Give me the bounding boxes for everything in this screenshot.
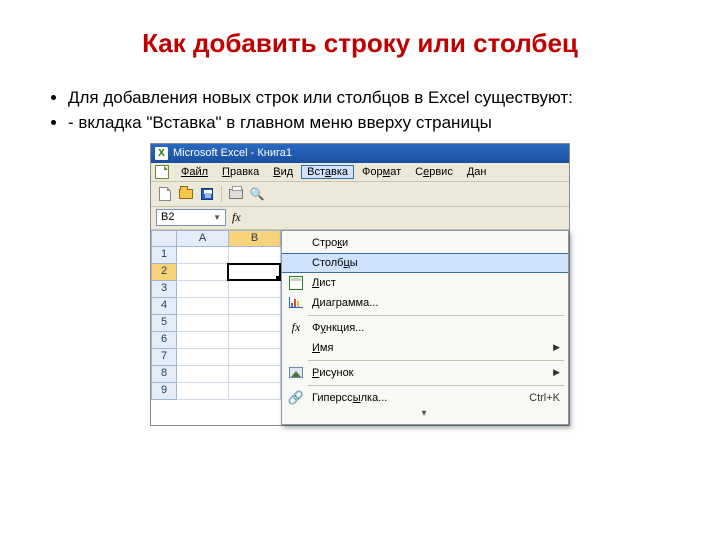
open-button[interactable]	[177, 185, 195, 203]
menu-data[interactable]: Дан	[461, 165, 493, 179]
menu-bar: Файл Правка Вид Вставка Формат Сервис Да…	[151, 163, 569, 182]
cell[interactable]	[177, 383, 229, 400]
select-all-corner[interactable]	[151, 230, 177, 247]
row-header[interactable]: 2	[151, 264, 177, 281]
excel-screenshot: X Microsoft Excel - Книга1 Файл Правка В…	[150, 143, 570, 426]
save-button[interactable]	[198, 185, 216, 203]
menu-expand[interactable]: ▾	[282, 408, 568, 422]
menu-item-name[interactable]: Имя ▶	[282, 338, 568, 358]
cell[interactable]	[229, 366, 281, 383]
menu-item-picture[interactable]: Рисунок ▶	[282, 363, 568, 383]
new-file-icon	[159, 187, 171, 201]
picture-icon	[289, 367, 303, 378]
row-header[interactable]: 9	[151, 383, 177, 400]
menu-separator	[308, 315, 564, 316]
cell[interactable]	[177, 332, 229, 349]
cell[interactable]	[177, 315, 229, 332]
cell[interactable]	[177, 366, 229, 383]
cell[interactable]	[229, 247, 281, 264]
fx-label[interactable]: fx	[232, 210, 241, 225]
active-cell[interactable]	[227, 263, 281, 281]
worksheet-grid[interactable]: A B 1 2 3 4 5 6 7 8 9	[151, 230, 281, 425]
bullet-list: Для добавления новых строк или столбцов …	[48, 87, 672, 135]
row-header[interactable]: 8	[151, 366, 177, 383]
shortcut-label: Ctrl+K	[529, 392, 560, 404]
new-button[interactable]	[156, 185, 174, 203]
fx-icon: fx	[292, 320, 301, 335]
row-header[interactable]: 5	[151, 315, 177, 332]
open-folder-icon	[179, 189, 193, 199]
menu-item-hyperlink[interactable]: 🔗 Гиперссылка... Ctrl+K	[282, 388, 568, 408]
menu-item-rows[interactable]: Строки	[282, 233, 568, 253]
menu-edit[interactable]: Правка	[216, 165, 265, 179]
bullet-item: Для добавления новых строк или столбцов …	[68, 87, 672, 110]
row-header[interactable]: 7	[151, 349, 177, 366]
window-title: Microsoft Excel - Книга1	[173, 147, 292, 159]
menu-separator	[308, 360, 564, 361]
toolbar-separator	[221, 186, 222, 202]
menu-file[interactable]: Файл	[175, 165, 214, 179]
slide-title: Как добавить строку или столбец	[48, 28, 672, 59]
menu-insert[interactable]: Вставка	[301, 165, 354, 179]
insert-menu-dropdown: Строки Столбцы Лист Диаграмма... fx	[281, 230, 569, 425]
standard-toolbar: 🔍	[151, 182, 569, 207]
formula-bar: B2 ▼ fx	[151, 207, 569, 230]
save-disk-icon	[201, 188, 213, 200]
window-titlebar: X Microsoft Excel - Книга1	[151, 144, 569, 163]
row-header[interactable]: 4	[151, 298, 177, 315]
menu-separator	[308, 385, 564, 386]
column-header-a[interactable]: A	[177, 230, 229, 247]
cell[interactable]	[229, 298, 281, 315]
magnifier-icon: 🔍	[250, 187, 265, 201]
column-header-b[interactable]: B	[229, 230, 281, 247]
document-icon	[155, 165, 169, 179]
menu-view[interactable]: Вид	[267, 165, 299, 179]
cell[interactable]	[177, 247, 229, 264]
menu-item-function[interactable]: fx Функция...	[282, 318, 568, 338]
cell[interactable]	[177, 281, 229, 298]
printer-icon	[229, 189, 243, 199]
print-preview-button[interactable]: 🔍	[248, 185, 266, 203]
excel-app-icon: X	[155, 147, 168, 160]
row-header[interactable]: 1	[151, 247, 177, 264]
chart-icon	[289, 297, 303, 308]
cell[interactable]	[229, 281, 281, 298]
name-box[interactable]: B2 ▼	[156, 209, 226, 226]
row-header[interactable]: 3	[151, 281, 177, 298]
submenu-arrow-icon: ▶	[553, 342, 560, 353]
cell[interactable]	[177, 349, 229, 366]
submenu-arrow-icon: ▶	[553, 367, 560, 378]
worksheet-icon	[289, 276, 303, 290]
menu-tools[interactable]: Сервис	[409, 165, 459, 179]
print-button[interactable]	[227, 185, 245, 203]
menu-item-columns[interactable]: Столбцы	[282, 253, 568, 273]
cell[interactable]	[229, 383, 281, 400]
menu-format[interactable]: Формат	[356, 165, 407, 179]
cell[interactable]	[177, 298, 229, 315]
dropdown-icon: ▼	[213, 213, 221, 222]
cell[interactable]	[177, 264, 228, 281]
cell[interactable]	[229, 315, 281, 332]
cell[interactable]	[229, 349, 281, 366]
row-header[interactable]: 6	[151, 332, 177, 349]
menu-item-chart[interactable]: Диаграмма...	[282, 293, 568, 313]
bullet-item: - вкладка "Вставка" в главном меню вверх…	[68, 112, 672, 135]
cell[interactable]	[229, 332, 281, 349]
menu-item-sheet[interactable]: Лист	[282, 273, 568, 293]
hyperlink-icon: 🔗	[288, 390, 304, 406]
name-box-value: B2	[161, 211, 174, 223]
